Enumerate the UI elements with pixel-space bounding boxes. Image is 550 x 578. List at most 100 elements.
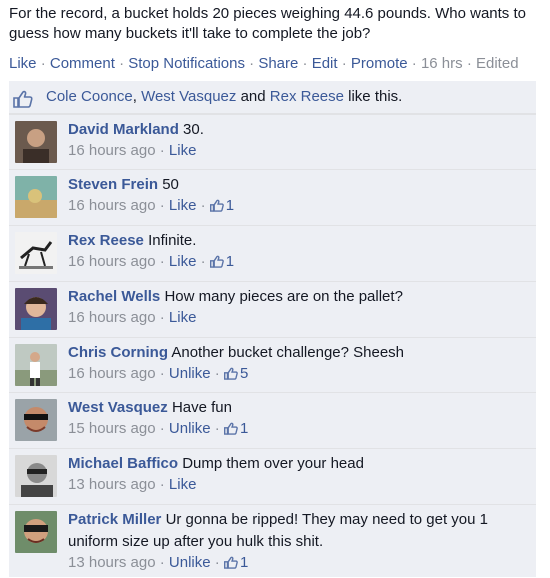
separator: · (214, 420, 220, 437)
separator: · (249, 55, 255, 72)
separator: · (302, 55, 308, 72)
separator: · (200, 197, 206, 214)
comment: Steven Frein 50 16 hours ago · Like · 1 (9, 169, 536, 225)
comment-text: 50 (162, 176, 179, 193)
comment-like-link[interactable]: Like (169, 476, 197, 493)
thumbs-up-icon (209, 254, 224, 274)
comment-text: How many pieces are on the pallet? (164, 288, 403, 305)
avatar[interactable] (15, 288, 57, 330)
separator: · (214, 554, 220, 571)
avatar[interactable] (15, 121, 57, 163)
comment-like-link[interactable]: Like (169, 253, 197, 270)
comment-time[interactable]: 16 hours ago (68, 142, 156, 159)
comment: David Markland 30. 16 hours ago · Like (9, 114, 536, 169)
comment-time[interactable]: 13 hours ago (68, 476, 156, 493)
comment: Patrick Miller Ur gonna be ripped! They … (9, 504, 536, 578)
separator: · (341, 55, 347, 72)
comment-text: Another bucket challenge? Sheesh (171, 344, 405, 361)
comment-like-link[interactable]: Like (169, 142, 197, 159)
comment-author[interactable]: Patrick Miller (68, 511, 161, 528)
and-text: and (240, 88, 266, 105)
like-count: 1 (225, 197, 235, 214)
comment-author[interactable]: David Markland (68, 121, 179, 138)
comment-author[interactable]: West Vasquez (68, 399, 168, 416)
liker-name[interactable]: Rex Reese (270, 88, 344, 105)
separator: · (159, 253, 165, 270)
post-actions: Like · Comment · Stop Notifications · Sh… (9, 54, 519, 74)
separator: · (40, 55, 46, 72)
comment-like-count[interactable]: 1 (209, 253, 235, 270)
separator: · (200, 253, 206, 270)
thumbs-up-icon (223, 421, 238, 441)
separator: · (159, 554, 165, 571)
comment-text: Infinite. (148, 232, 197, 249)
edited-link[interactable]: Edited (476, 55, 519, 72)
comment-like-link[interactable]: Like (169, 309, 197, 326)
comment-time[interactable]: 16 hours ago (68, 309, 156, 326)
comment-like-count[interactable]: 1 (209, 197, 235, 214)
avatar[interactable] (15, 232, 57, 274)
comment-text: Have fun (171, 399, 232, 416)
separator: · (411, 55, 417, 72)
separator: · (466, 55, 472, 72)
like-link[interactable]: Like (9, 55, 37, 72)
like-count: 1 (239, 420, 249, 437)
share-link[interactable]: Share (258, 55, 298, 72)
liker-name[interactable]: Cole Coonce (46, 88, 133, 105)
avatar[interactable] (15, 176, 57, 218)
thumbs-up-icon (209, 198, 224, 218)
comment-like-count[interactable]: 5 (223, 365, 249, 382)
thumbs-up-icon (223, 366, 238, 386)
comment-like-link[interactable]: Unlike (169, 365, 211, 382)
comment-author[interactable]: Michael Baffico (68, 455, 178, 472)
avatar[interactable] (15, 399, 57, 441)
avatar[interactable] (15, 511, 57, 553)
comment: Rex Reese Infinite. 16 hours ago · Like … (9, 225, 536, 281)
likes-summary: Cole Coonce, West Vasquez and Rex Reese … (9, 81, 536, 114)
comments-panel: Cole Coonce, West Vasquez and Rex Reese … (9, 81, 536, 577)
comment-time[interactable]: 16 hours ago (68, 365, 156, 382)
like-count: 5 (239, 365, 249, 382)
separator: · (214, 365, 220, 382)
separator: · (159, 476, 165, 493)
comment-author[interactable]: Steven Frein (68, 176, 158, 193)
comment-time[interactable]: 15 hours ago (68, 420, 156, 437)
comment-author[interactable]: Rachel Wells (68, 288, 160, 305)
liker-name[interactable]: West Vasquez (141, 88, 236, 105)
edit-link[interactable]: Edit (312, 55, 338, 72)
like-count: 1 (225, 253, 235, 270)
comment-like-link[interactable]: Unlike (169, 554, 211, 571)
comment-time[interactable]: 13 hours ago (68, 554, 156, 571)
comment: Michael Baffico Dump them over your head… (9, 448, 536, 504)
post-time[interactable]: 16 hrs (421, 55, 463, 72)
promote-link[interactable]: Promote (351, 55, 408, 72)
comment-time[interactable]: 16 hours ago (68, 253, 156, 270)
comment-author[interactable]: Rex Reese (68, 232, 144, 249)
comment: West Vasquez Have fun 15 hours ago · Unl… (9, 392, 536, 448)
comma: , (132, 88, 137, 105)
separator: · (159, 365, 165, 382)
separator: · (159, 142, 165, 159)
comment-time[interactable]: 16 hours ago (68, 197, 156, 214)
like-suffix: like this. (348, 88, 403, 105)
comment-text: Dump them over your head (182, 455, 364, 472)
like-count: 1 (239, 554, 249, 571)
comment: Rachel Wells How many pieces are on the … (9, 281, 536, 337)
comment-like-link[interactable]: Unlike (169, 420, 211, 437)
comment-text: 30. (183, 121, 204, 138)
separator: · (159, 197, 165, 214)
comment-author[interactable]: Chris Corning (68, 344, 168, 361)
avatar[interactable] (15, 455, 57, 497)
comment-like-count[interactable]: 1 (223, 420, 249, 437)
comment: Chris Corning Another bucket challenge? … (9, 337, 536, 392)
comment-like-count[interactable]: 1 (223, 554, 249, 571)
comment-like-link[interactable]: Like (169, 197, 197, 214)
stop-notifications-link[interactable]: Stop Notifications (128, 55, 245, 72)
separator: · (159, 420, 165, 437)
comment-link[interactable]: Comment (50, 55, 115, 72)
thumbs-up-icon (223, 555, 238, 575)
likes-text: Cole Coonce, West Vasquez and Rex Reese … (46, 81, 402, 113)
avatar[interactable] (15, 344, 57, 386)
post-text: For the record, a bucket holds 20 pieces… (9, 5, 526, 42)
separator: · (159, 309, 165, 326)
